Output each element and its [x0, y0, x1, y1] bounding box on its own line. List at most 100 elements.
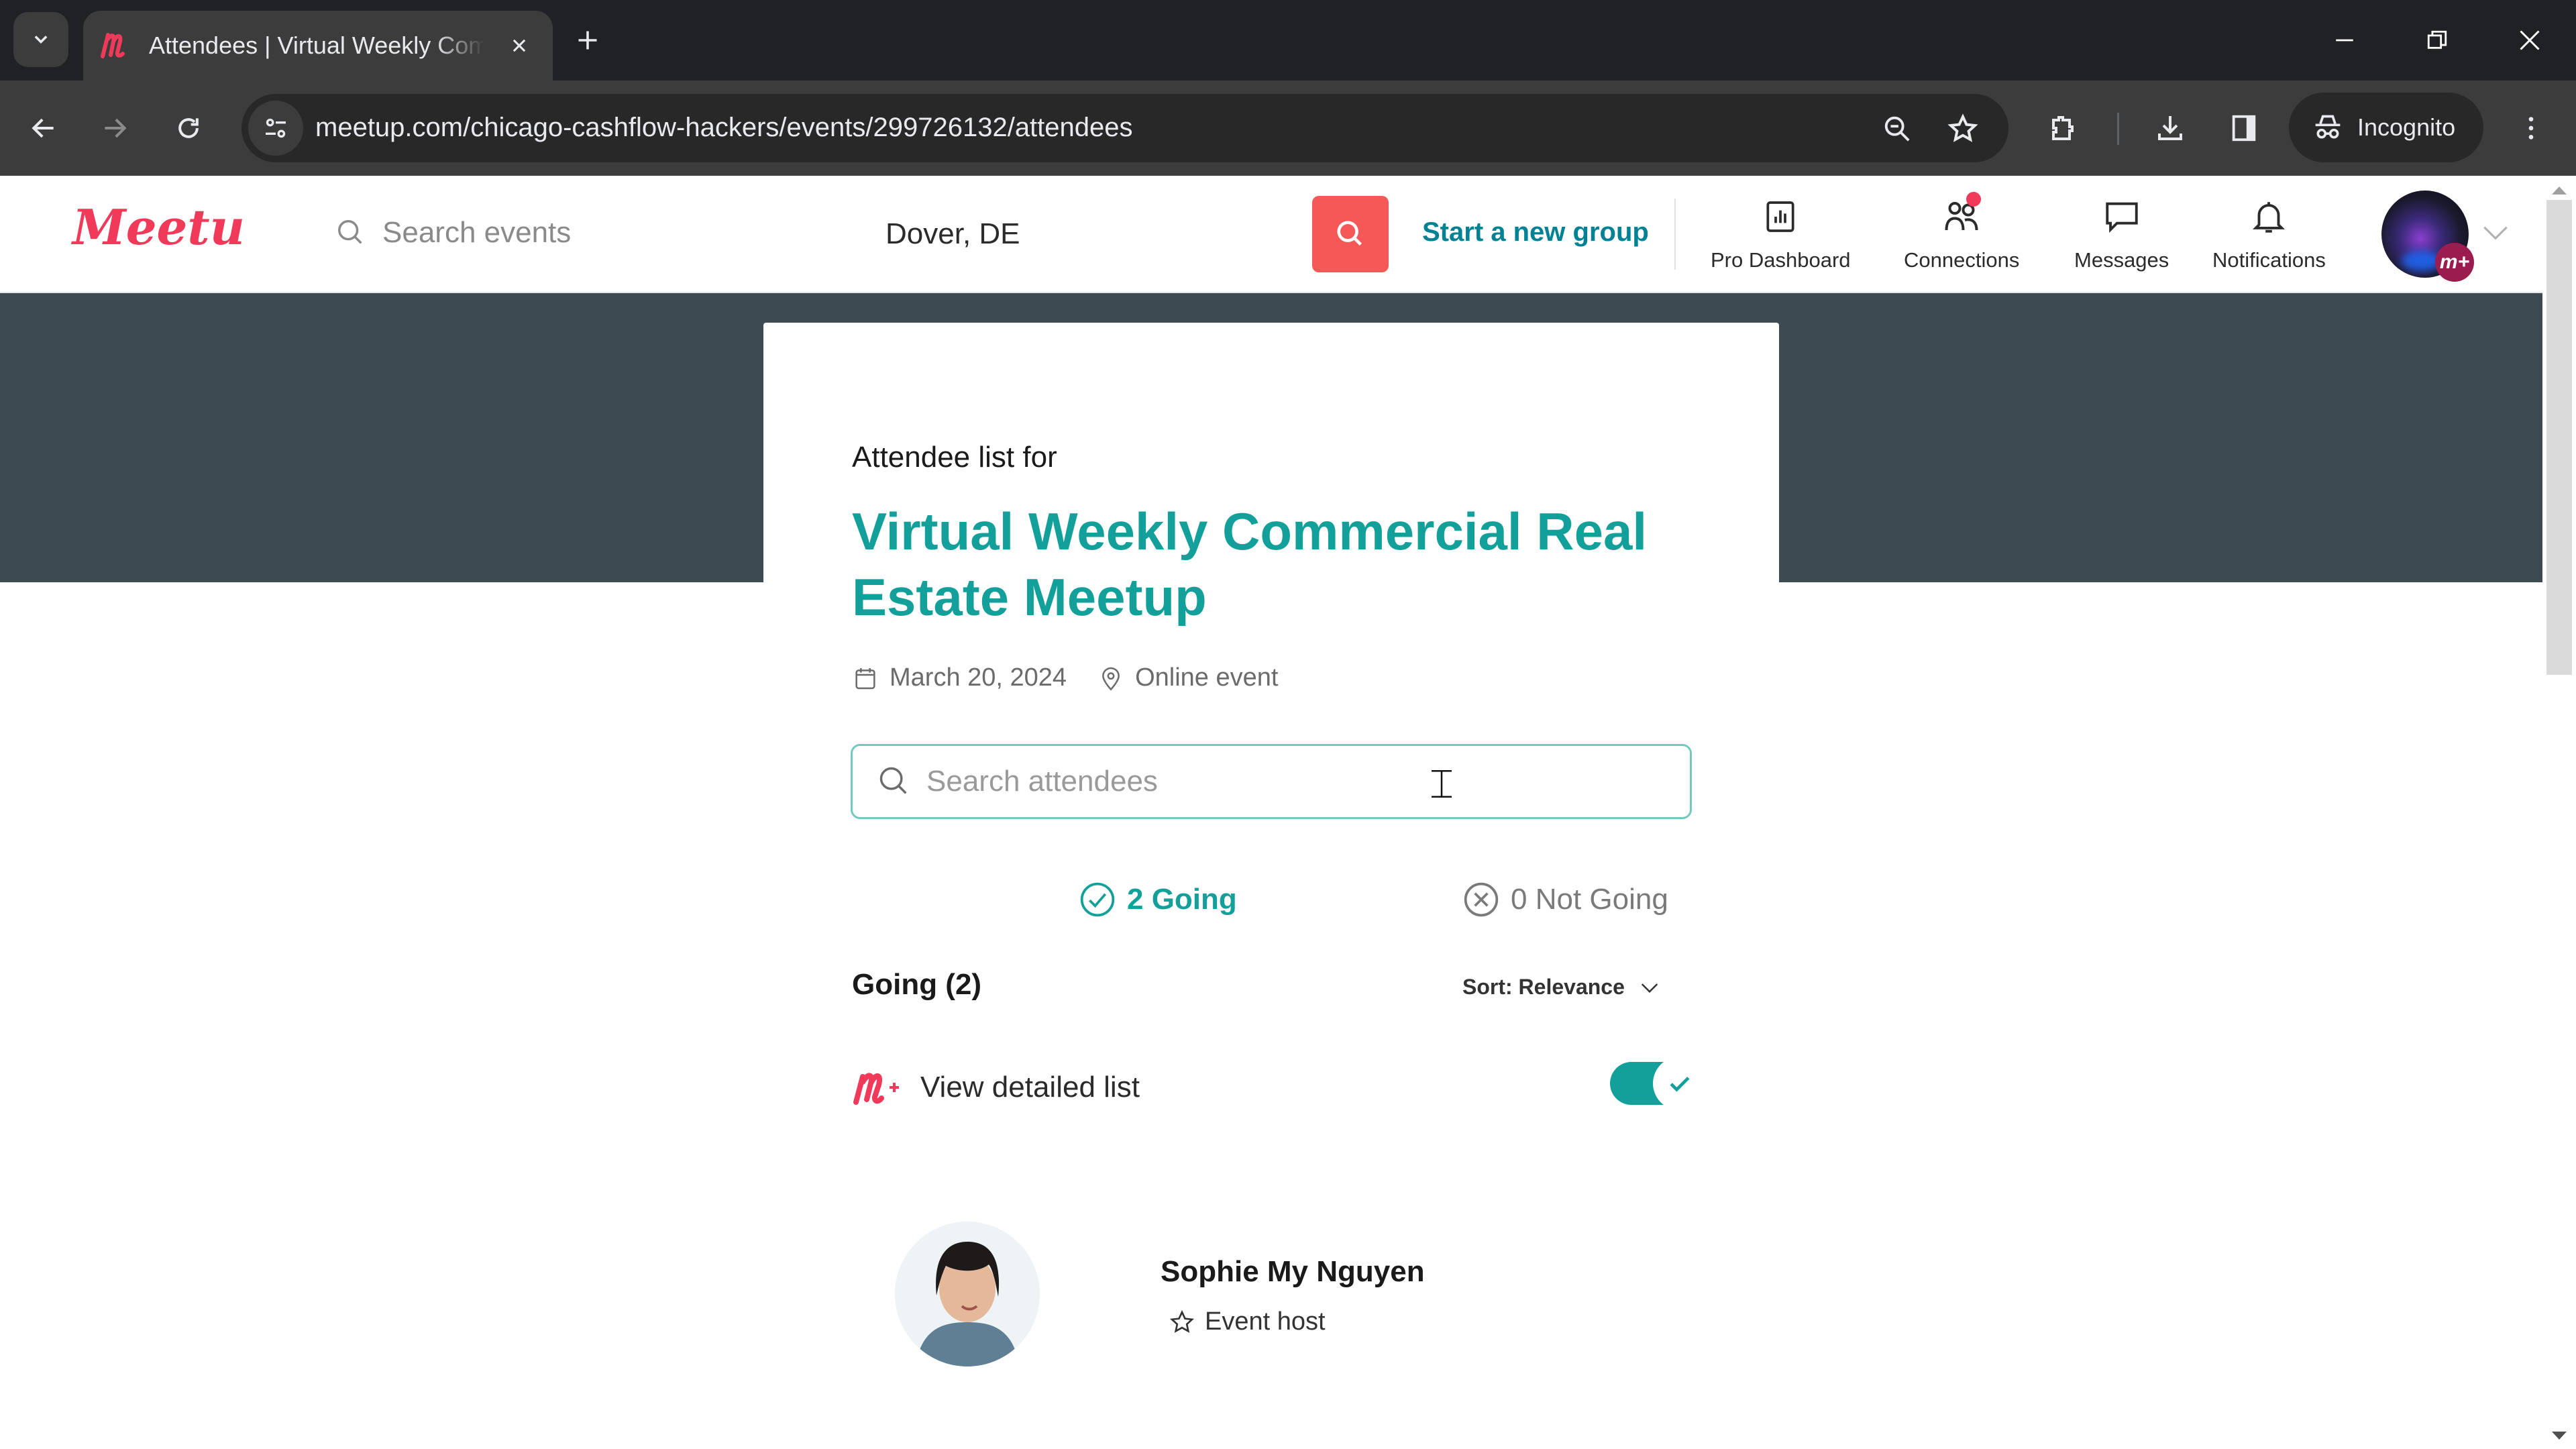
zoom-button[interactable] — [1878, 110, 1916, 148]
nav-label: Pro Dashboard — [1711, 248, 1851, 272]
tab-going[interactable]: 2 Going — [1079, 881, 1237, 918]
browser-tab-active[interactable]: Attendees | Virtual Weekly Commercial Re… — [83, 11, 553, 80]
text-cursor-icon: ⌶ — [1430, 761, 1454, 808]
tab-close-button[interactable] — [502, 28, 537, 63]
download-icon — [2158, 116, 2182, 140]
extensions-button[interactable] — [2039, 105, 2086, 152]
chat-bubble-icon — [2098, 193, 2145, 240]
arrow-left-icon — [32, 118, 54, 138]
tab-going-label: 2 Going — [1127, 883, 1237, 916]
bookmark-button[interactable] — [1944, 110, 1982, 148]
incognito-icon — [2315, 115, 2341, 139]
scrollbar-thumb[interactable] — [2546, 200, 2572, 675]
site-header: Meetup Search events Dover, DE Start a n… — [0, 176, 2542, 293]
tune-icon — [266, 118, 286, 138]
profile-menu-button[interactable]: m+ — [2381, 191, 2474, 282]
tab-title: Attendees | Virtual Weekly Commercial Re… — [149, 32, 484, 59]
bell-icon — [2245, 193, 2292, 240]
new-tab-button[interactable] — [568, 20, 608, 60]
sort-dropdown[interactable]: Sort: Relevance — [1462, 975, 1660, 1000]
restore-icon — [2427, 30, 2447, 49]
location-pin-icon — [1102, 667, 1120, 690]
nav-messages[interactable]: Messages — [2074, 193, 2169, 272]
attendee-list-item[interactable]: Sophie My Nguyen Event host — [895, 1222, 1633, 1376]
kebab-menu-icon — [2528, 117, 2534, 140]
nav-label: Messages — [2074, 248, 2169, 272]
star-icon — [1947, 113, 1978, 142]
event-date: March 20, 2024 — [890, 663, 1067, 692]
attendee-role-label: Event host — [1205, 1307, 1326, 1336]
incognito-label: Incognito — [2357, 113, 2456, 141]
minimize-icon — [2336, 39, 2353, 42]
attendee-role: Event host — [1169, 1307, 1326, 1336]
side-panel-icon — [2232, 115, 2256, 142]
search-icon — [1337, 221, 1362, 246]
scroll-up-arrow-icon[interactable] — [2552, 186, 2567, 195]
attendee-avatar[interactable] — [895, 1222, 1040, 1366]
arrow-right-icon — [105, 118, 127, 138]
location-input[interactable]: Dover, DE — [885, 217, 1020, 251]
search-attendees-input[interactable] — [926, 765, 1664, 798]
url-text[interactable]: meetup.com/chicago-cashflow-hackers/even… — [315, 113, 1133, 143]
browser-menu-button[interactable] — [2508, 105, 2555, 152]
incognito-profile-button[interactable]: Incognito — [2289, 93, 2483, 162]
scroll-down-arrow-icon[interactable] — [2552, 1432, 2567, 1440]
close-window-button[interactable] — [2500, 16, 2560, 64]
forward-button[interactable] — [91, 105, 138, 152]
downloads-button[interactable] — [2147, 105, 2194, 152]
attendee-name[interactable]: Sophie My Nguyen — [1161, 1255, 1425, 1289]
address-bar[interactable]: meetup.com/chicago-cashflow-hackers/even… — [241, 94, 2008, 162]
reload-button[interactable] — [165, 105, 212, 152]
reload-icon — [178, 118, 199, 138]
bar-chart-icon — [1757, 193, 1804, 240]
chevron-down-icon — [1641, 983, 1658, 993]
nav-pro-dashboard[interactable]: Pro Dashboard — [1711, 193, 1851, 272]
close-icon — [2520, 30, 2540, 50]
nav-notifications[interactable]: Notifications — [2212, 193, 2326, 272]
view-detailed-list-row: View detailed list — [852, 1067, 1140, 1108]
check-icon — [1670, 1077, 1690, 1092]
restore-button[interactable] — [2407, 16, 2467, 64]
event-meta: March 20, 2024 Online event — [852, 663, 1278, 692]
search-events-placeholder: Search events — [382, 216, 572, 249]
chevron-down-icon[interactable] — [2482, 223, 2509, 243]
plus-icon — [578, 31, 597, 50]
calendar-icon — [855, 667, 875, 689]
back-button[interactable] — [20, 105, 67, 152]
start-new-group-link[interactable]: Start a new group — [1422, 217, 1649, 248]
puzzle-icon — [2052, 116, 2074, 140]
attendee-card: Attendee list for Virtual Weekly Commerc… — [763, 323, 1779, 1449]
meetup-logo-text: Meetup — [70, 200, 244, 256]
search-attendees-field[interactable]: ⌶ — [851, 744, 1692, 819]
search-icon — [338, 220, 362, 244]
zoom-out-icon — [1884, 116, 1910, 142]
search-events-input[interactable]: Search events — [335, 216, 571, 250]
view-detailed-list-label: View detailed list — [920, 1071, 1140, 1104]
side-panel-button[interactable] — [2220, 105, 2267, 152]
going-section-heading: Going (2) — [852, 968, 982, 1001]
view-detailed-list-toggle[interactable] — [1610, 1057, 1707, 1110]
site-info-button[interactable] — [248, 101, 303, 156]
browser-toolbar: meetup.com/chicago-cashflow-hackers/even… — [0, 80, 2576, 176]
chevron-down-icon — [34, 36, 48, 44]
search-icon — [879, 767, 907, 794]
close-icon — [513, 39, 526, 52]
sort-label: Sort: Relevance — [1462, 975, 1625, 999]
star-icon — [1169, 1309, 1195, 1333]
event-location: Online event — [1135, 663, 1279, 692]
meetup-logo[interactable]: Meetup — [70, 199, 278, 267]
minimize-button[interactable] — [2314, 16, 2375, 64]
page-scrollbar[interactable] — [2542, 176, 2576, 1449]
check-circle-icon — [1080, 882, 1115, 917]
people-icon — [1938, 192, 1985, 240]
meetup-favicon-icon — [98, 28, 134, 64]
tab-list-button[interactable] — [13, 12, 68, 67]
nav-connections[interactable]: Connections — [1904, 192, 2019, 272]
tab-not-going[interactable]: 0 Not Going — [1462, 881, 1668, 918]
browser-tab-bar: Attendees | Virtual Weekly Commercial Re… — [0, 0, 2576, 80]
search-submit-button[interactable] — [1312, 196, 1389, 272]
notification-dot — [1966, 192, 1982, 207]
x-circle-icon — [1464, 882, 1499, 917]
event-title-link[interactable]: Virtual Weekly Commercial Real Estate Me… — [852, 498, 1697, 630]
nav-label: Notifications — [2212, 248, 2326, 272]
